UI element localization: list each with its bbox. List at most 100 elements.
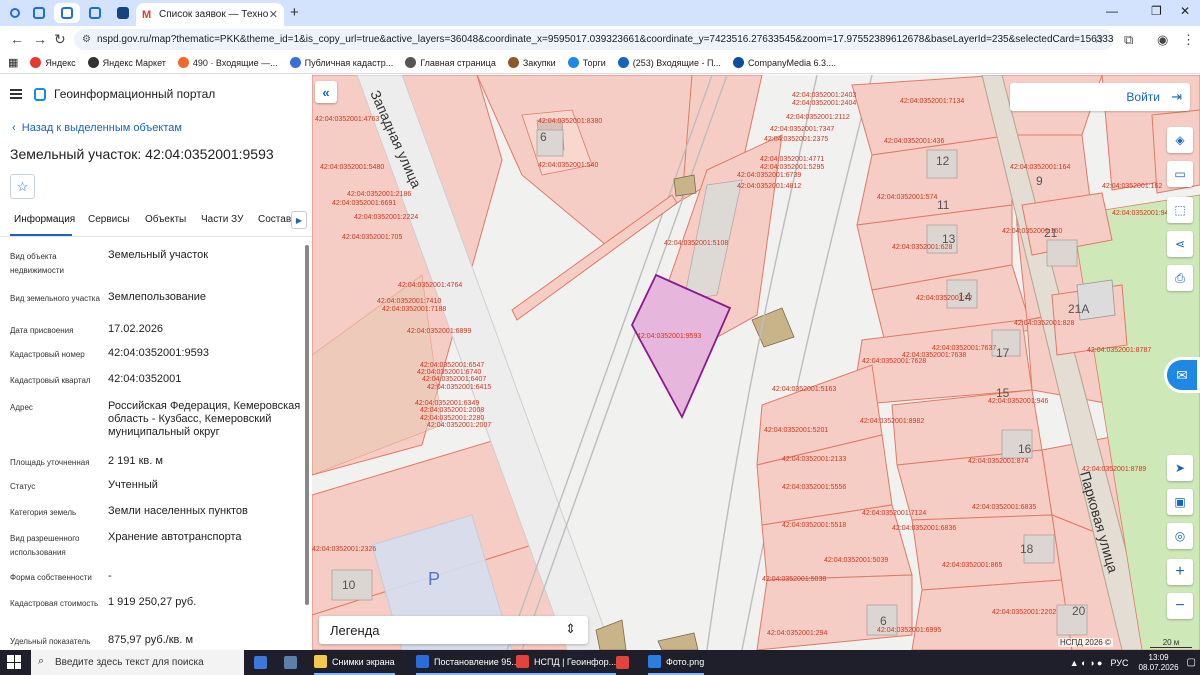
reload-icon[interactable]: ↻ xyxy=(54,31,66,48)
parcel-number-label: 42:04:0352001:2375 xyxy=(764,136,828,143)
favorite-star-icon[interactable]: ☆ xyxy=(10,174,35,199)
bookmark-item[interactable]: Закупки xyxy=(507,57,556,68)
taskbar-app[interactable]: Постановление 95... xyxy=(416,650,519,675)
basemap-icon[interactable]: ▣ xyxy=(1167,489,1193,515)
bookmark-star-icon[interactable]: ☆ xyxy=(1093,32,1104,46)
tab-parts[interactable]: Части ЗУ xyxy=(201,214,243,225)
tab-composition[interactable]: Состав xyxy=(258,214,291,225)
back-to-selected-link[interactable]: ‹ Назад к выделенным объектам xyxy=(12,122,182,134)
bookmark-item[interactable]: Торги xyxy=(567,57,606,68)
maximize-button[interactable]: ❐ xyxy=(1151,4,1162,18)
task-view-icon[interactable] xyxy=(254,650,272,675)
profile-icon[interactable]: ◉ xyxy=(1157,32,1168,48)
bookmarks-bar: ▦ Яндекс Яндекс Маркет 490 · Входящие —...… xyxy=(0,52,1200,74)
parcel-number-label: 42:04:0352001:2007 xyxy=(427,422,491,429)
yandex-browser-icon[interactable] xyxy=(616,650,634,675)
close-tab-icon[interactable]: ✕ xyxy=(269,8,278,21)
windows-start-icon[interactable] xyxy=(7,655,21,669)
parcel-number-label: 42:04:0352001:436 xyxy=(884,138,944,145)
bookmark-item[interactable]: Яндекс Маркет xyxy=(87,57,166,68)
parcel-number-label: 42:04:0352001:2112 xyxy=(786,114,850,121)
feedback-chat-icon[interactable]: ✉ xyxy=(1164,357,1200,393)
pinned-tab-1-icon[interactable] xyxy=(26,3,52,23)
parcel-number-label: 42:04:0352001:6407 xyxy=(422,376,486,383)
bookmark-item[interactable]: CompanyMedia 6.3.... xyxy=(732,57,836,68)
bookmark-label: CompanyMedia 6.3.... xyxy=(747,57,836,68)
tab-objects[interactable]: Объекты xyxy=(145,214,186,225)
forward-icon[interactable]: → xyxy=(33,31,47,47)
tabs-next-arrow-icon[interactable]: ▶ xyxy=(291,211,307,229)
my-location-icon[interactable]: ➤ xyxy=(1167,455,1193,481)
panel-tabs: Информация Сервисы Объекты Части ЗУ Сост… xyxy=(0,211,312,237)
bookmark-item[interactable]: Яндекс xyxy=(30,57,76,68)
tab-search-button[interactable] xyxy=(2,3,28,23)
parcel-number-label: 42:04:0352001:2133 xyxy=(782,456,846,463)
zoom-out-button[interactable]: − xyxy=(1167,593,1193,619)
pinned-tab-4-icon[interactable] xyxy=(110,3,136,23)
legend-dropdown[interactable]: Легенда ⇕ xyxy=(319,616,588,644)
select-area-icon[interactable]: ⬚ xyxy=(1167,197,1193,223)
taskbar-search-input[interactable]: ⌕ Введите здесь текст для поиска xyxy=(31,650,244,675)
zoom-in-button[interactable]: + xyxy=(1167,559,1193,585)
parcel-number-label: 42:04:0352001:6899 xyxy=(407,328,471,335)
bookmark-label: Яндекс xyxy=(45,57,76,68)
parcel-number-label: 42:04:0352001:5480 xyxy=(320,164,384,171)
attribute-label: Удельный показатель xyxy=(10,637,91,646)
share-icon[interactable]: ⋖ xyxy=(1167,231,1193,257)
new-tab-button[interactable]: + xyxy=(290,4,299,21)
panel-scrollbar[interactable] xyxy=(305,245,309,605)
parcel-number-label: 42:04:0352001:5556 xyxy=(782,484,846,491)
bookmark-item[interactable]: (253) Входящие - П... xyxy=(617,57,721,68)
parcel-number-label: 42:04:0352001:4812 xyxy=(737,183,801,190)
notifications-icon[interactable]: ▢ xyxy=(1187,657,1196,668)
pinned-tab-3-icon[interactable] xyxy=(82,3,108,23)
parcel-number-label: 42:04:0352001:540 xyxy=(538,162,598,169)
site-info-icon[interactable]: ⚙ xyxy=(82,34,91,45)
language-indicator[interactable]: РУС xyxy=(1110,658,1128,668)
collapse-panel-icon[interactable]: « xyxy=(315,81,337,103)
tab-services[interactable]: Сервисы xyxy=(88,214,129,225)
bookmark-item[interactable]: Публичная кадастр... xyxy=(289,57,393,68)
building-number: 20 xyxy=(1072,604,1086,618)
parcel-number-label: 42:04:0352001:574 xyxy=(877,194,937,201)
bookmark-item[interactable]: Главная страница xyxy=(405,57,496,68)
tab-list-zayavok[interactable]: M Список заявок — ТехноКад-М ✕ xyxy=(136,3,284,26)
parcel-number-label: 42:04:0352001:874 xyxy=(968,458,1028,465)
parcel-number-label: 42:04:0352001:164 xyxy=(1010,164,1070,171)
minimize-button[interactable]: — xyxy=(1106,4,1118,18)
clock[interactable]: 13:09 08.07.2026 xyxy=(1139,653,1179,673)
taskbar-app[interactable]: Снимки экрана xyxy=(314,650,395,675)
app-label: Снимки экрана xyxy=(332,656,395,667)
back-link-label: Назад к выделенным объектам xyxy=(21,122,182,134)
close-window-button[interactable]: ✕ xyxy=(1180,4,1190,18)
map-canvas[interactable]: 42:04:0352001:8380 42:04:0352001:540 42:04… xyxy=(312,75,1200,650)
menu-icon[interactable]: ⋮ xyxy=(1182,32,1195,48)
bookmark-label: Торги xyxy=(582,57,606,68)
pinned-tab-2-icon[interactable] xyxy=(54,3,80,23)
print-icon[interactable]: ⎙ xyxy=(1167,265,1193,291)
legend-label: Легенда xyxy=(330,623,380,638)
back-icon[interactable]: ← xyxy=(10,31,24,47)
parcel-number-label: 42:04:0352001:6691 xyxy=(332,200,396,207)
address-bar-row: ← → ↻ ⚙ nspd.gov.ru/map?thematic=PKK&the… xyxy=(0,26,1200,52)
bookmark-item[interactable]: 490 · Входящие —... xyxy=(177,57,278,68)
bookmark-favicon-icon xyxy=(87,57,99,68)
building-number: 9 xyxy=(1036,174,1043,188)
system-tray: ▲ ◐ ◑ ● РУС 13:09 08.07.2026 ▢ xyxy=(1070,650,1196,675)
url-input[interactable]: ⚙ nspd.gov.ru/map?thematic=PKK&theme_id=… xyxy=(74,29,1114,50)
attribute-value: - xyxy=(108,570,112,582)
ruler-icon[interactable]: ▭ xyxy=(1167,161,1193,187)
menu-burger-icon[interactable] xyxy=(10,89,22,99)
extensions-icon[interactable]: ⧉ xyxy=(1124,32,1133,48)
tab-info[interactable]: Информация xyxy=(14,214,75,225)
taskbar-app[interactable]: НСПД | Геоинфор... xyxy=(516,650,617,675)
geolocate-icon[interactable]: ◎ xyxy=(1167,523,1193,549)
calculator-icon[interactable] xyxy=(284,650,302,675)
layers-icon[interactable]: ◈ xyxy=(1167,127,1193,153)
taskbar-app[interactable]: Фото.png xyxy=(648,650,705,675)
apps-grid-icon[interactable]: ▦ xyxy=(8,56,18,69)
tray-icons[interactable]: ▲ ◐ ◑ ● xyxy=(1070,658,1103,668)
attribute-value: Земли населенных пунктов xyxy=(108,505,248,517)
building-number: 16 xyxy=(1018,442,1032,456)
login-button[interactable]: Войти ⇥ xyxy=(1010,83,1190,111)
